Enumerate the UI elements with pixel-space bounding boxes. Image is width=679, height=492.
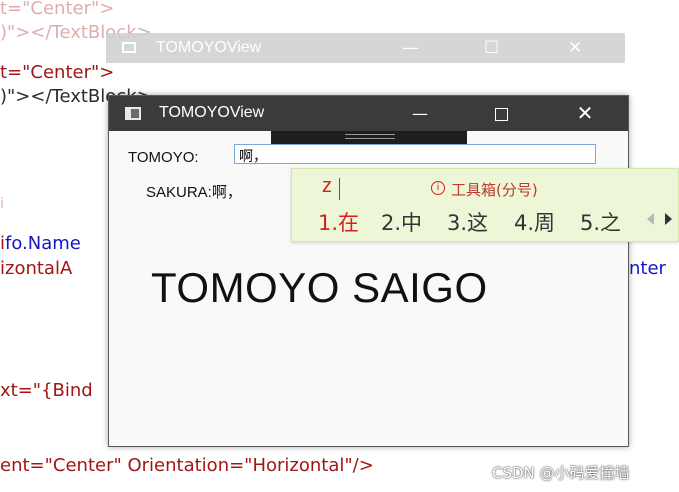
- ime-candidate-window[interactable]: z i 工具箱(分号) 1.在 2.中 3.这 4.周 5.之: [291, 168, 679, 242]
- code-line: ifo.Name: [0, 233, 81, 254]
- window-icon: [122, 42, 136, 53]
- prev-page-icon[interactable]: [647, 213, 654, 225]
- tomoyo-window: TOMOYOView — ✕ TOMOYO: 啊， SAKURA:啊， TOMO…: [108, 95, 629, 447]
- ghost-window-title: TOMOYOView: [156, 39, 262, 56]
- maximize-icon: [494, 108, 508, 121]
- code-fragment: i: [0, 196, 4, 212]
- code-line: izontalA: [0, 258, 73, 279]
- tomoyo-label: TOMOYO:: [128, 149, 199, 166]
- maximize-button[interactable]: [478, 96, 524, 131]
- window-title: TOMOYOView: [159, 104, 265, 121]
- title-bar[interactable]: TOMOYOView — ✕: [109, 96, 628, 131]
- watermark: CSDN @小码爱撞墙: [492, 464, 630, 482]
- saigo-heading: TOMOYO SAIGO: [151, 264, 488, 311]
- minimize-icon: —: [402, 38, 419, 58]
- minimize-icon: —: [412, 104, 428, 123]
- tomoyo-input[interactable]: 啊，: [234, 144, 596, 164]
- code-line: ent="Center" Orientation="Horizontal"/>: [0, 455, 374, 476]
- code-line: xt="{Bind: [0, 380, 93, 401]
- code-line: t="Center">: [0, 0, 115, 19]
- ime-caret: [339, 178, 340, 200]
- code-line: t="Center">: [0, 62, 115, 83]
- debug-toolbar[interactable]: [271, 131, 467, 145]
- maximize-icon: ☐: [484, 38, 500, 58]
- minimize-button[interactable]: —: [397, 96, 443, 131]
- close-button[interactable]: ✕: [562, 96, 608, 131]
- next-page-icon[interactable]: [665, 213, 672, 225]
- close-icon: ✕: [568, 38, 583, 58]
- ime-candidate[interactable]: 2.中: [381, 207, 422, 237]
- ime-candidate[interactable]: 1.在: [318, 207, 359, 237]
- ime-candidate[interactable]: 5.之: [580, 207, 621, 237]
- info-icon[interactable]: i: [431, 181, 445, 195]
- ghost-window-body: [96, 63, 679, 96]
- ghost-window-titlebar: TOMOYOView — ☐ ✕: [106, 33, 625, 63]
- window-icon: [125, 107, 141, 120]
- ime-candidate[interactable]: 3.这: [447, 207, 488, 237]
- close-icon: ✕: [576, 101, 594, 125]
- sakura-label: SAKURA:啊，: [146, 184, 242, 201]
- ime-composition: z: [322, 175, 332, 197]
- code-line: nter: [629, 258, 666, 279]
- ime-toolbox-hint[interactable]: 工具箱(分号): [451, 179, 538, 200]
- ime-candidate[interactable]: 4.周: [514, 207, 555, 237]
- grip-handle[interactable]: [345, 134, 395, 139]
